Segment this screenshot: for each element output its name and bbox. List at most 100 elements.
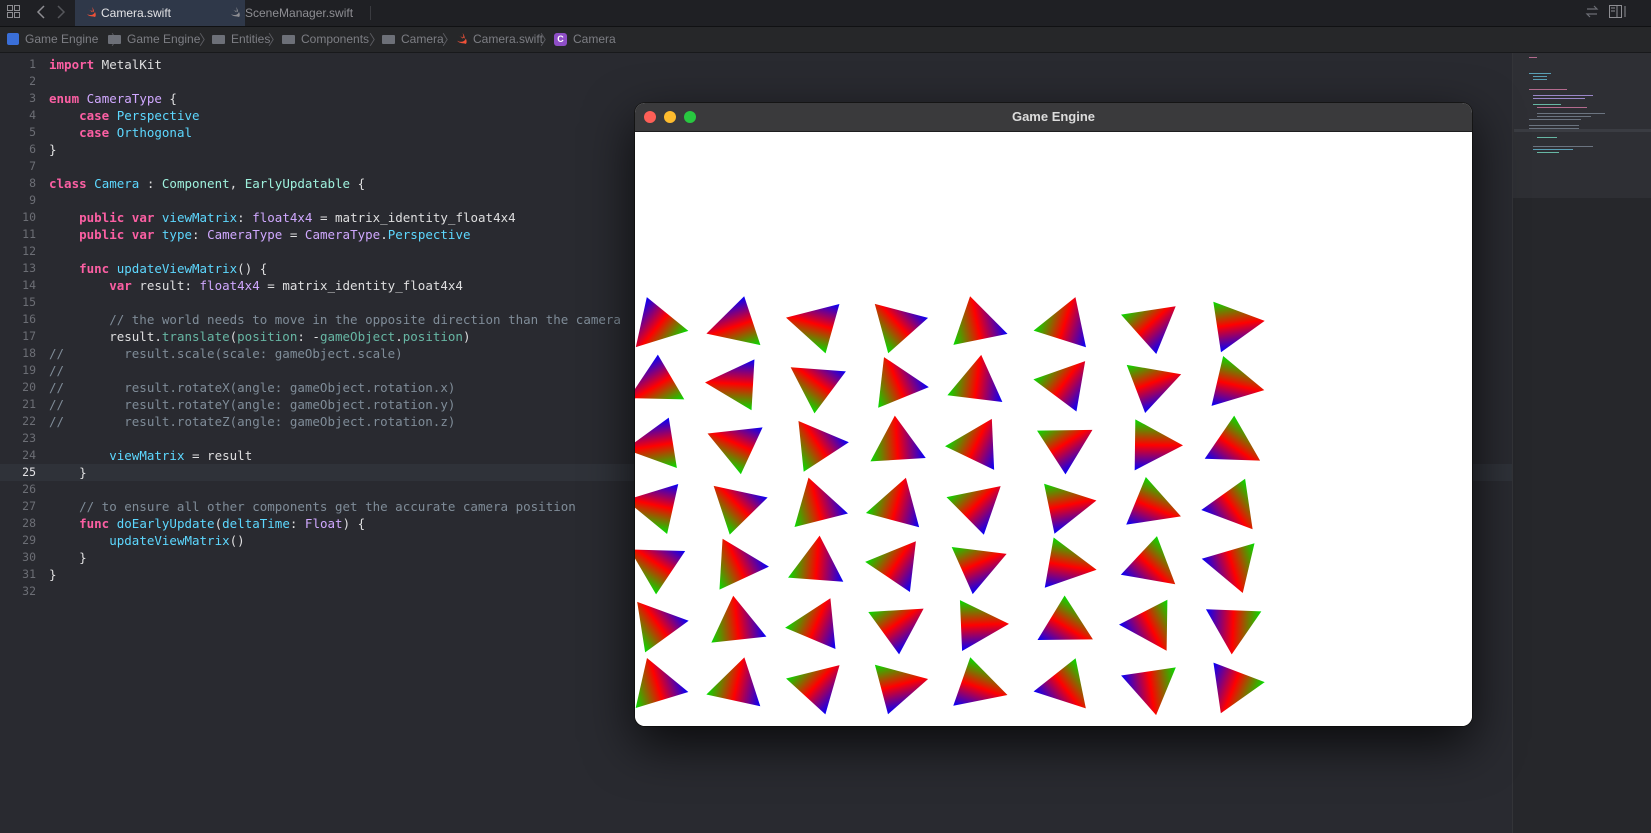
minimap-current-line: [1514, 129, 1651, 132]
minimap-line: [1537, 116, 1591, 117]
breadcrumb-file[interactable]: Camera.swift: [456, 32, 543, 46]
rendered-triangle: [1044, 537, 1097, 588]
rendered-triangle: [946, 486, 1001, 535]
rendered-triangle: [711, 595, 767, 643]
breadcrumb-class[interactable]: C Camera: [554, 32, 616, 46]
folder-icon: [382, 34, 395, 44]
minimap-line: [1529, 89, 1567, 90]
rendered-triangle: [1213, 662, 1265, 714]
tab-scenemanager-swift[interactable]: SceneManager.swift: [219, 0, 395, 26]
minimap[interactable]: [1512, 53, 1651, 833]
rendered-triangle: [719, 538, 769, 590]
rendered-triangle: [1119, 599, 1168, 651]
code-text: // the world needs to move in the opposi…: [49, 312, 621, 327]
swift-file-icon: [87, 7, 96, 17]
rendered-triangle: [713, 485, 768, 535]
rendered-triangle: [786, 665, 840, 715]
line-number: 12: [22, 244, 36, 258]
minimap-line: [1529, 119, 1581, 120]
game-engine-window[interactable]: Game Engine: [635, 103, 1472, 726]
rendered-triangle: [635, 483, 679, 534]
minimap-line: [1537, 107, 1587, 108]
rendered-triangle: [706, 657, 761, 707]
code-text: // result.rotateY(angle: gameObject.rota…: [49, 397, 456, 412]
minimap-line: [1533, 149, 1573, 150]
tab-divider: [370, 6, 371, 20]
line-number: 4: [29, 108, 36, 122]
back-arrow-icon[interactable]: [36, 5, 46, 23]
rendered-triangle: [794, 477, 848, 527]
line-number: 3: [29, 91, 36, 105]
rendered-triangle: [951, 546, 1007, 595]
window-title: Game Engine: [1011, 109, 1096, 124]
forward-arrow-icon[interactable]: [56, 5, 66, 23]
line-number: 31: [22, 567, 36, 581]
rendered-triangle: [1037, 429, 1093, 475]
line-number: 13: [22, 261, 36, 275]
code-line[interactable]: 2: [0, 73, 1512, 90]
chevron-right-icon: 〉: [540, 32, 554, 48]
minimap-line: [1533, 79, 1547, 80]
rendered-triangle: [635, 549, 686, 595]
code-text: func doEarlyUpdate(deltaTime: Float) {: [79, 516, 366, 531]
tab-bar: Camera.swift SceneManager.swift: [0, 0, 1651, 27]
code-text: enum CameraType {: [49, 91, 177, 106]
rendered-triangle: [1120, 536, 1176, 585]
rendered-triangle: [635, 417, 677, 469]
breadcrumb: Game Engine 〉 Game Engine 〉 Entities 〉 C…: [0, 27, 1651, 53]
rendered-triangle: [1213, 301, 1265, 353]
chevron-right-icon: 〉: [268, 32, 282, 48]
code-text: class Camera : Component, EarlyUpdatable…: [49, 176, 366, 191]
minimap-line: [1533, 146, 1593, 147]
rendered-triangle: [870, 415, 926, 462]
minimap-line: [1529, 57, 1537, 58]
rendered-triangle: [878, 357, 929, 408]
rendered-triangle: [1126, 476, 1181, 525]
rendered-triangle: [788, 535, 844, 582]
line-number: 32: [22, 584, 36, 598]
code-text: // to ensure all other components get th…: [49, 499, 576, 514]
code-text: //: [49, 363, 65, 378]
breadcrumb-project[interactable]: Game Engine: [7, 32, 98, 46]
rendered-triangles: [635, 296, 1265, 716]
swift-file-icon: [457, 33, 467, 44]
rendered-triangle: [953, 296, 1008, 345]
code-text: case Orthogonal: [79, 125, 193, 140]
code-text: updateViewMatrix(): [109, 533, 245, 548]
render-viewport[interactable]: [635, 132, 1472, 726]
rendered-triangle: [635, 297, 689, 348]
line-number: 2: [29, 74, 36, 88]
project-icon: [7, 33, 19, 45]
rendered-triangle: [1044, 483, 1097, 534]
code-text: viewMatrix = result: [109, 448, 253, 463]
breadcrumb-group[interactable]: Game Engine: [108, 32, 200, 46]
inspector-icon[interactable]: [1609, 5, 1627, 22]
rendered-triangle: [1205, 609, 1262, 655]
code-text: import MetalKit: [49, 57, 162, 72]
rendered-triangle: [785, 598, 836, 650]
line-number: 14: [22, 278, 36, 292]
breadcrumb-components[interactable]: Components: [282, 32, 369, 46]
minimap-line: [1533, 104, 1561, 105]
rendered-triangle: [786, 303, 840, 354]
line-number: 28: [22, 516, 36, 530]
breadcrumb-camera-folder[interactable]: Camera: [382, 32, 444, 46]
rendered-triangle: [1033, 658, 1086, 709]
swap-icon[interactable]: [1585, 5, 1599, 22]
code-text: }: [49, 465, 87, 480]
line-number: 6: [29, 142, 36, 156]
grid-icon[interactable]: [7, 5, 20, 22]
rendered-triangle: [1204, 415, 1261, 461]
chevron-right-icon: 〉: [369, 32, 383, 48]
rendered-triangle: [945, 418, 995, 470]
line-number: 21: [22, 397, 36, 411]
code-text: public var type: CameraType = CameraType…: [79, 227, 471, 242]
code-line[interactable]: 1 import MetalKit: [0, 56, 1512, 73]
rendered-triangle: [1033, 361, 1086, 412]
chevron-right-icon: 〉: [442, 32, 456, 48]
breadcrumb-entities[interactable]: Entities: [212, 32, 270, 46]
line-number: 25: [22, 465, 36, 479]
rendered-triangle: [947, 354, 1003, 402]
rendered-triangle: [959, 600, 1009, 652]
window-titlebar[interactable]: Game Engine: [635, 103, 1472, 132]
